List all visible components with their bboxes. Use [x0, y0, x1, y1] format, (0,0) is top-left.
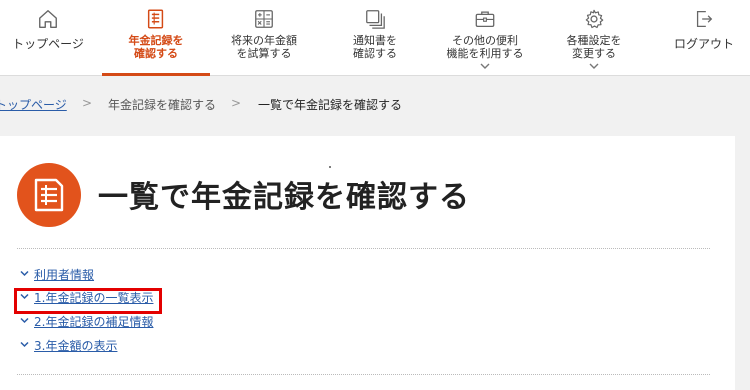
chevron-down-icon	[20, 317, 29, 324]
page-title-icon	[17, 163, 81, 227]
chevron-down-icon	[20, 341, 29, 348]
nav-item-top-page[interactable]: トップページ	[0, 0, 102, 76]
nav-label: 年金記録を 確認する	[128, 34, 184, 60]
home-icon	[39, 10, 57, 28]
nav-item-settings[interactable]: 各種設定を 変更する	[540, 0, 648, 76]
toolbox-icon	[475, 11, 495, 27]
document-list-icon	[34, 178, 64, 212]
divider	[17, 248, 710, 249]
breadcrumb-top-page[interactable]: トップページ	[0, 96, 67, 113]
nav-label: ログアウト	[673, 37, 734, 51]
notices-icon	[366, 10, 385, 29]
highlight-box	[14, 288, 162, 314]
divider	[17, 374, 710, 375]
breadcrumb-separator: >	[231, 96, 242, 110]
nav-label: 通知書を 確認する	[353, 34, 397, 60]
chevron-down-icon	[20, 270, 29, 277]
toc-link[interactable]: 3.年金額の表示	[34, 337, 117, 354]
nav-item-pension-records[interactable]: 年金記録を 確認する	[102, 0, 210, 76]
top-nav: トップページ 年金記録を 確認する 将来の年金額 を試算する 通知書を 確認する…	[0, 0, 750, 76]
nav-item-logout[interactable]: ログアウト	[650, 0, 750, 76]
page-title: 一覧で年金記録を確認する	[98, 180, 470, 215]
breadcrumb-pension-records: 年金記録を確認する	[108, 98, 217, 112]
breadcrumb-current: 一覧で年金記録を確認する	[258, 98, 403, 112]
logout-icon	[696, 11, 713, 27]
content-card: 一覧で年金記録を確認する 利用者情報 1.年金記録の一覧表示 2.年金記録の補足…	[0, 136, 735, 390]
toc-link[interactable]: 2.年金記録の補足情報	[34, 313, 153, 330]
calculator-icon	[255, 10, 273, 28]
gear-icon	[585, 9, 604, 29]
nav-item-other-features[interactable]: その他の便利 機能を利用する	[431, 0, 539, 76]
toc-link[interactable]: 利用者情報	[34, 266, 94, 283]
nav-item-notices[interactable]: 通知書を 確認する	[321, 0, 429, 76]
chevron-down-icon	[589, 63, 599, 69]
nav-label: トップページ	[12, 37, 84, 51]
nav-label: その他の便利 機能を利用する	[446, 34, 524, 60]
breadcrumb-separator: >	[82, 96, 93, 110]
nav-item-estimate[interactable]: 将来の年金額 を試算する	[210, 0, 318, 76]
nav-label: 将来の年金額 を試算する	[231, 34, 297, 60]
nav-label: 各種設定を 変更する	[566, 34, 622, 60]
chevron-down-icon	[480, 63, 490, 69]
stray-dot	[329, 166, 331, 168]
document-list-icon	[147, 9, 164, 29]
